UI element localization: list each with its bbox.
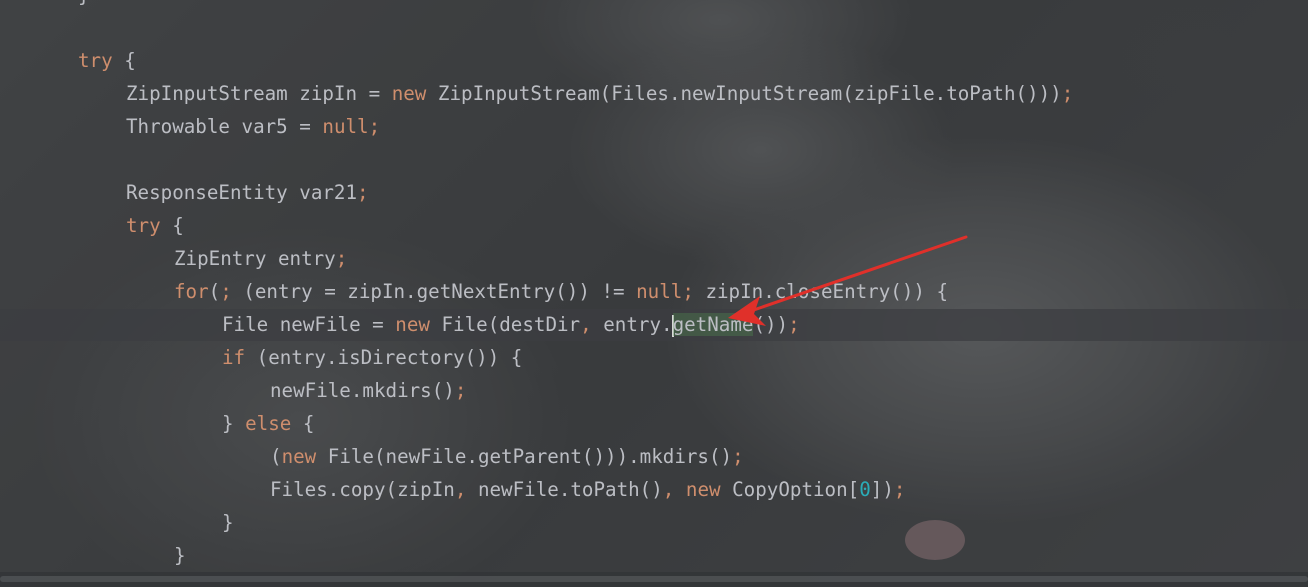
code-token: , xyxy=(580,313,592,336)
code-line: } xyxy=(222,506,234,539)
highlighted-token: getName xyxy=(672,313,754,336)
code-line: try { xyxy=(126,209,184,242)
code-token: { xyxy=(112,49,136,72)
code-token: } xyxy=(174,544,186,567)
code-token: { xyxy=(291,412,315,435)
code-editor[interactable]: } try { ZipInputStream zipIn = new ZipIn… xyxy=(0,0,1308,587)
code-token: new xyxy=(391,82,427,105)
code-line: ZipEntry entry; xyxy=(174,242,347,275)
code-token: File(newFile.getParent())).mkdirs() xyxy=(316,445,733,468)
code-token: ; xyxy=(335,247,348,270)
code-token: 0 xyxy=(859,478,871,501)
code-token: } xyxy=(78,0,90,7)
code-token: ]) xyxy=(870,478,894,501)
scrollbar-thumb[interactable] xyxy=(0,576,1308,582)
code-line: File newFile = new File(destDir, entry.g… xyxy=(222,308,800,341)
code-token: ResponseEntity var21 xyxy=(126,181,358,204)
code-line: } xyxy=(78,0,90,12)
code-token: File newFile = xyxy=(222,313,396,336)
code-token: new xyxy=(281,445,317,468)
code-token: ZipEntry entry xyxy=(174,247,336,270)
code-token: { xyxy=(160,214,184,237)
code-line: for(; (entry = zipIn.getNextEntry()) != … xyxy=(174,275,948,308)
code-token: } xyxy=(222,511,234,534)
code-line: Throwable var5 = null; xyxy=(126,110,380,143)
code-token: ; xyxy=(788,313,800,336)
code-token: (entry.isDirectory()) { xyxy=(245,346,523,369)
code-token: new xyxy=(395,313,430,336)
code-token: CopyOption[ xyxy=(720,478,860,501)
horizontal-scrollbar[interactable] xyxy=(0,572,1308,587)
code-token: for xyxy=(174,280,209,303)
code-line: try { xyxy=(78,44,136,77)
code-token: ; xyxy=(893,478,906,501)
code-line: } else { xyxy=(222,407,314,440)
code-line: Files.copy(zipIn, newFile.toPath(), new … xyxy=(270,473,905,506)
code-token: newFile.toPath() xyxy=(466,478,663,501)
code-token: if xyxy=(222,346,246,369)
code-token: newFile.mkdirs() xyxy=(270,379,455,402)
code-line: if (entry.isDirectory()) { xyxy=(222,341,522,374)
code-token: , xyxy=(454,478,467,501)
code-token: ()) xyxy=(753,313,789,336)
code-token: try xyxy=(126,214,161,237)
code-token: null xyxy=(636,280,683,303)
code-line: ResponseEntity var21; xyxy=(126,176,369,209)
code-token: (entry = zipIn.getNextEntry()) != xyxy=(231,280,637,303)
code-token: ; xyxy=(220,280,232,303)
code-token: ; xyxy=(732,445,744,468)
code-token: } xyxy=(222,412,246,435)
code-token: File(destDir xyxy=(429,313,581,336)
code-token: ; xyxy=(357,181,369,204)
code-token: ; xyxy=(368,115,381,138)
code-token: ZipInputStream(Files.newInputStream(zipF… xyxy=(426,82,1062,105)
code-token: new xyxy=(685,478,721,501)
code-line: } xyxy=(174,539,186,572)
code-line: ZipInputStream zipIn = new ZipInputStrea… xyxy=(126,77,1073,110)
code-token: entry. xyxy=(591,313,673,336)
code-token: ; xyxy=(682,280,694,303)
code-token: ZipInputStream zipIn = xyxy=(126,82,392,105)
code-token: , xyxy=(662,478,675,501)
code-token: try xyxy=(78,49,113,72)
code-token: ; xyxy=(454,379,467,402)
code-token: Throwable var5 = xyxy=(126,115,323,138)
code-token: zipIn.closeEntry()) { xyxy=(693,280,949,303)
code-token: ( xyxy=(208,280,221,303)
code-token: null xyxy=(322,115,369,138)
code-line: newFile.mkdirs(); xyxy=(270,374,466,407)
code-token: ; xyxy=(1061,82,1074,105)
code-token: ( xyxy=(270,445,282,468)
code-token: Files.copy(zipIn xyxy=(270,478,455,501)
code-token: else xyxy=(245,412,292,435)
code-line: (new File(newFile.getParent())).mkdirs()… xyxy=(270,440,744,473)
